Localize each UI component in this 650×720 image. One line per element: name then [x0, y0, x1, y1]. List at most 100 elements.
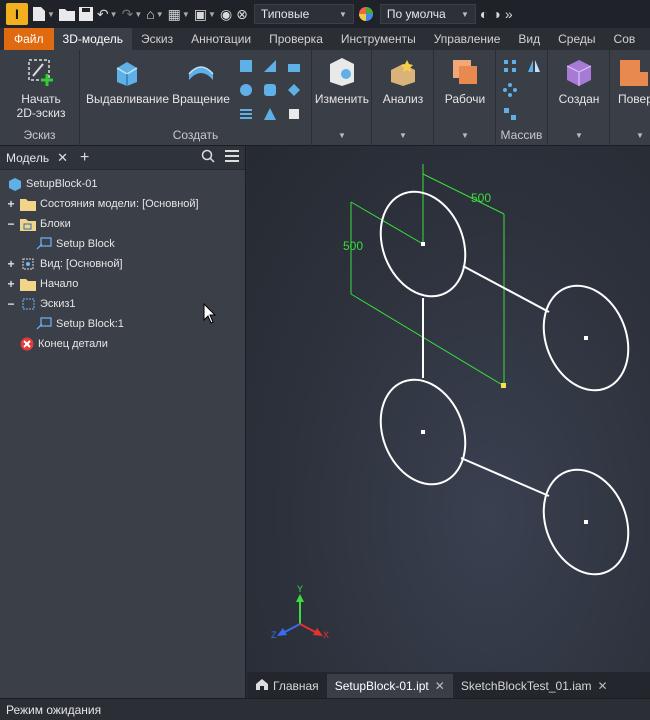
mirror-icon[interactable] [526, 58, 542, 74]
ribbon-tab-8[interactable]: Среды [549, 28, 604, 50]
coil-icon[interactable] [238, 82, 254, 98]
import-icon[interactable] [286, 106, 302, 122]
analysis-button[interactable]: Анализ [374, 56, 432, 106]
expand-icon[interactable]: + [6, 277, 16, 291]
browser-node[interactable]: + Вид: [Основной] [6, 254, 122, 274]
redo-icon[interactable]: ↷ ▼ [122, 3, 143, 25]
undo-icon[interactable]: ↶ ▼ [97, 3, 118, 25]
overflow-icon[interactable]: » [505, 3, 513, 25]
close-icon[interactable]: ✕ [57, 150, 68, 166]
start-2d-sketch-button[interactable]: Начать 2D-эскиз [6, 56, 76, 120]
browser-node[interactable]: SetupBlock-01 [4, 174, 98, 194]
view-triad-icon[interactable]: Y Z X [271, 584, 329, 640]
sweep-icon[interactable] [262, 58, 278, 74]
select-icon[interactable]: ▣ ▼ [194, 3, 216, 25]
browser-node[interactable]: − Эскиз1 [6, 294, 75, 314]
dimension-vertical-value[interactable]: 500 [343, 239, 363, 253]
close-icon[interactable]: ✕ [598, 679, 608, 693]
ribbon-group-label-create: Создать [172, 128, 219, 142]
dimension-horizontal-value[interactable]: 500 [471, 191, 491, 205]
modify-expand-icon[interactable]: ▼ [338, 131, 346, 140]
search-icon[interactable] [201, 149, 215, 166]
sketch-grip-point[interactable] [501, 383, 506, 388]
document-tab-label: SketchBlockTest_01.iam [460, 679, 592, 693]
loft-icon[interactable] [238, 58, 254, 74]
browser-node[interactable]: Setup Block [22, 234, 115, 254]
ribbon-tab-9[interactable]: Сов [605, 28, 645, 50]
blocks-folder-icon [20, 218, 36, 231]
revolve-button[interactable]: Вращение [170, 56, 232, 106]
appearance-override-icon[interactable]: ◐ [480, 3, 488, 25]
material-select[interactable]: По умолча ▼ [379, 4, 476, 24]
start-sketch-label-1: Начать [21, 92, 61, 106]
home-icon [255, 678, 269, 694]
document-tab[interactable]: SketchBlockTest_01.iam ✕ [453, 674, 616, 698]
ribbon-tab-5[interactable]: Инструменты [332, 28, 425, 50]
ribbon-tab-7[interactable]: Вид [509, 28, 549, 50]
work-plane-icon [449, 56, 481, 88]
extrude-button[interactable]: Выдавливание [86, 56, 169, 106]
collapse-icon[interactable]: − [6, 297, 16, 311]
ribbon-group-label-sketch: Эскиз [23, 128, 56, 142]
document-tab[interactable]: Главная [247, 674, 327, 698]
ribbon-tab-1[interactable]: 3D-модель [53, 28, 133, 50]
appearance-select[interactable]: Типовые ▼ [253, 4, 354, 24]
browser-node-label: Начало [40, 278, 79, 290]
analysis-expand-icon[interactable]: ▼ [399, 131, 407, 140]
revolve-icon [185, 56, 217, 88]
save-icon[interactable] [78, 3, 93, 25]
app-logo[interactable]: I [6, 3, 28, 25]
derive-icon[interactable] [286, 82, 302, 98]
circ-pattern-icon[interactable] [502, 82, 518, 98]
new-icon[interactable]: ▼ [32, 3, 55, 25]
home-icon[interactable]: ⌂ ▼ [146, 3, 163, 25]
clear-appearance-icon[interactable]: ◑ [492, 3, 500, 25]
browser-node[interactable]: Конец детали [6, 334, 108, 354]
ribbon-tab-6[interactable]: Управление [425, 28, 510, 50]
update-icon[interactable]: ▦ ▼ [168, 3, 190, 25]
ribbon-group-work-features: Рабочи ▼ [434, 50, 496, 146]
shell-icon[interactable] [262, 106, 278, 122]
ribbon-tab-4[interactable]: Проверка [260, 28, 332, 50]
close-icon[interactable]: ✕ [435, 679, 445, 693]
document-tab[interactable]: SetupBlock-01.ipt ✕ [326, 674, 453, 698]
browser-tab-model[interactable]: Модель [6, 151, 49, 165]
expand-icon[interactable]: + [6, 257, 16, 271]
ribbon-group-pattern: Массив [496, 50, 548, 146]
sketch-canvas[interactable]: 500 500 Y Z X [202, 146, 650, 672]
ribbon-tab-2[interactable]: Эскиз [132, 28, 182, 50]
svg-text:Z: Z [271, 630, 277, 640]
model-browser: Модель ✕ + SetupBlock-01 + Состояния модел… [0, 146, 246, 698]
browser-node[interactable]: + Начало [6, 274, 78, 294]
collapse-icon[interactable]: − [6, 217, 16, 231]
color-wheel-icon[interactable] [358, 3, 374, 25]
surface-button[interactable]: Повер [612, 56, 650, 106]
open-icon[interactable] [58, 3, 75, 25]
material-ball-icon[interactable]: ⊗ [236, 3, 248, 25]
rib-icon[interactable] [286, 58, 302, 74]
emboss-icon[interactable] [262, 82, 278, 98]
browser-node[interactable]: − Блоки [6, 214, 70, 234]
browser-node[interactable]: Setup Block:1 [22, 314, 124, 334]
surface-expand-icon[interactable]: ▼ [636, 131, 644, 140]
modify-button[interactable]: Изменить [314, 56, 370, 106]
spring-icon[interactable] [238, 106, 254, 122]
document-tab-label: Главная [273, 679, 319, 693]
ribbon-tab-0[interactable]: Файл [4, 28, 54, 50]
ribbon-group-modify: Изменить ▼ [312, 50, 372, 146]
revolve-label: Вращение [172, 92, 230, 106]
sketch-pattern-icon[interactable] [502, 106, 518, 122]
ipropertes-icon[interactable]: ◉ [220, 3, 232, 25]
ribbon-group-analysis: Анализ ▼ [372, 50, 434, 146]
graphics-window[interactable]: 500 500 Y Z X [202, 146, 650, 672]
create-freeform-button[interactable]: Создан [550, 56, 608, 106]
expand-icon[interactable]: + [6, 197, 16, 211]
ribbon-tab-3[interactable]: Аннотации [182, 28, 260, 50]
work-features-expand-icon[interactable]: ▼ [461, 131, 469, 140]
add-tab-icon[interactable]: + [80, 149, 89, 167]
hamburger-menu-icon[interactable] [225, 150, 239, 165]
create-freeform-expand-icon[interactable]: ▼ [575, 131, 583, 140]
work-features-button[interactable]: Рабочи [436, 56, 494, 106]
browser-node[interactable]: + Состояния модели: [Основной] [6, 194, 198, 214]
rect-pattern-icon[interactable] [502, 58, 518, 74]
